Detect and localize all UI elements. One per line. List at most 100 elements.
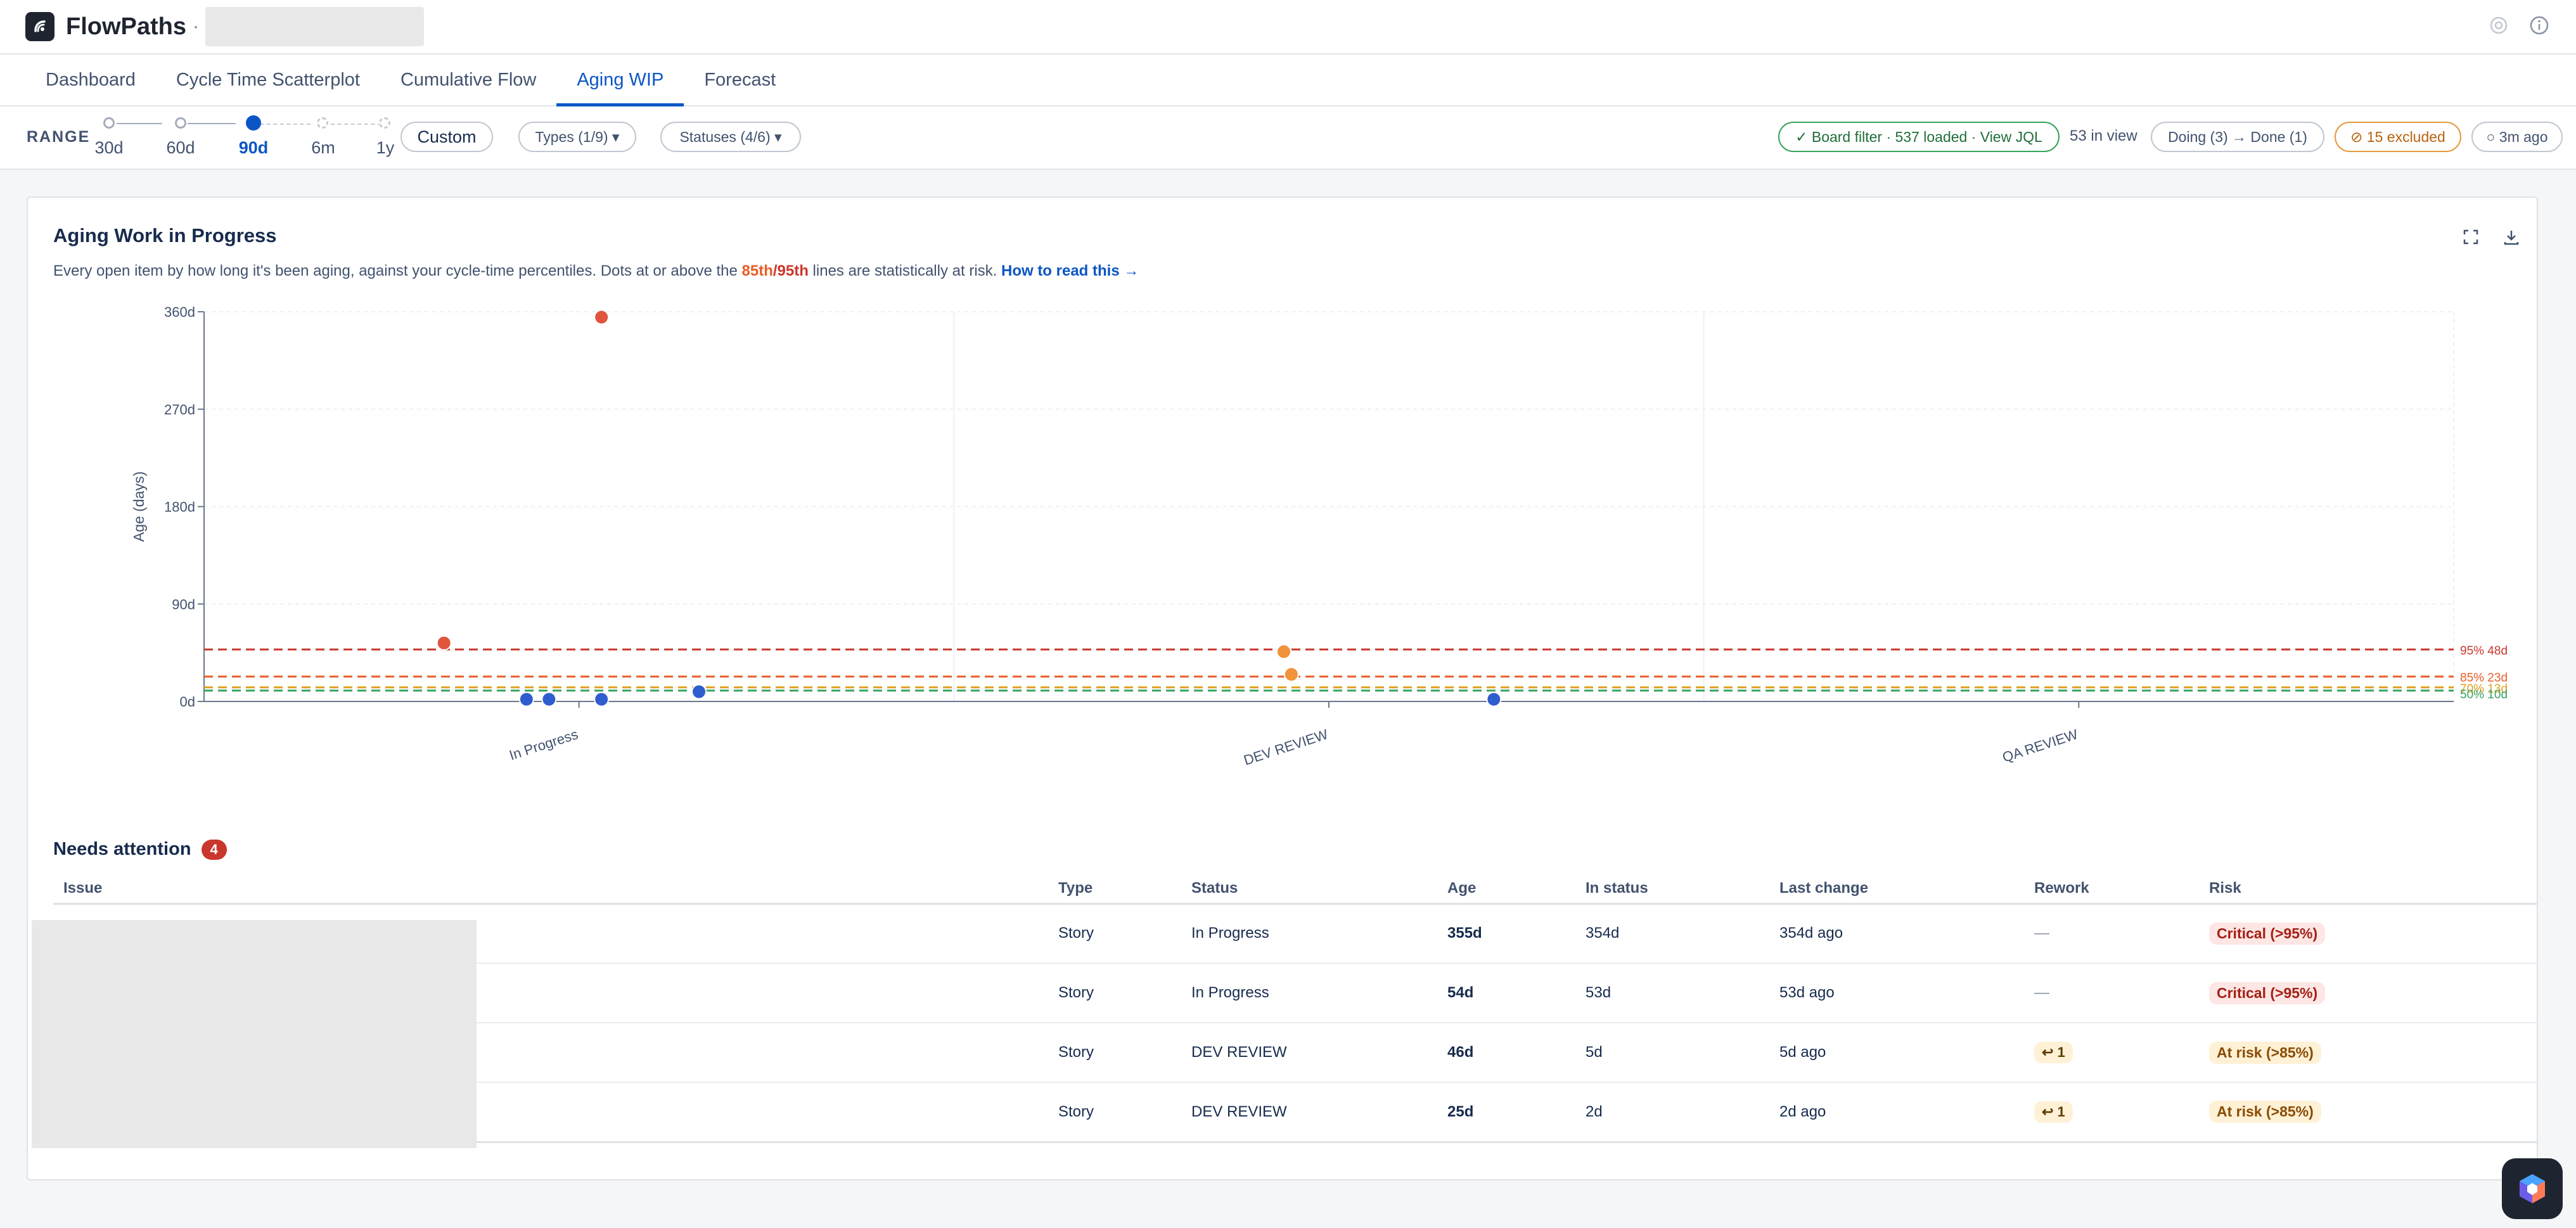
app-name: FlowPaths <box>66 13 187 40</box>
p95-highlight: 95th <box>777 262 809 279</box>
range-node-60d[interactable] <box>175 117 186 129</box>
range-track <box>117 123 162 124</box>
app-logo-icon[interactable] <box>25 12 54 41</box>
y-axis-title: Age (days) <box>131 471 147 542</box>
rework-cell: ↩ 1 <box>2024 1023 2199 1083</box>
y-tick-label: 360d <box>164 304 195 320</box>
subtitle-text-end: lines are statistically at risk. <box>808 262 1001 279</box>
range-track <box>188 123 236 124</box>
range-option-60d[interactable]: 60d <box>166 138 195 158</box>
rework-cell: ↩ 1 <box>2024 1082 2199 1143</box>
issue-names-redacted <box>32 920 477 1148</box>
aging-wip-chart: 0d 90d 180d 270d 360d Age (days) In Progress DE… <box>131 304 2508 769</box>
data-point[interactable] <box>1276 644 1291 660</box>
data-point[interactable] <box>1283 667 1299 682</box>
age-cell: 355d <box>1437 904 1575 964</box>
column-header-risk[interactable]: Risk <box>2199 874 2538 905</box>
card-title: Aging Work in Progress <box>53 224 277 246</box>
range-node-30d[interactable] <box>103 117 115 129</box>
tab-forecast[interactable]: Forecast <box>684 54 796 106</box>
rework-cell: — <box>2024 904 2199 964</box>
column-header-status[interactable]: Status <box>1181 874 1437 905</box>
column-header-age[interactable]: Age <box>1437 874 1575 905</box>
card-subtitle: Every open item by how long it's been ag… <box>53 262 1139 280</box>
range-slider[interactable]: 30d 60d 90d 6m 1y <box>0 106 406 170</box>
risk-cell: Critical (>95%) <box>2199 963 2538 1023</box>
x-tick-label: DEV REVIEW <box>1241 726 1330 769</box>
expand-icon[interactable] <box>2462 228 2481 247</box>
y-tick-label: 270d <box>164 402 195 418</box>
type-cell: Story <box>1048 904 1181 964</box>
y-tick-label: 180d <box>164 499 195 515</box>
main-tabs: Dashboard Cycle Time Scatterplot Cumulat… <box>0 54 2576 106</box>
in-status-cell: 354d <box>1575 904 1769 964</box>
rework-badge: ↩ 1 <box>2034 1042 2073 1063</box>
range-node-90d[interactable] <box>246 115 261 131</box>
data-point[interactable] <box>436 635 452 651</box>
settings-icon[interactable] <box>2487 14 2510 37</box>
types-filter-dropdown[interactable]: Types (1/9) ▾ <box>518 122 636 152</box>
column-header-type[interactable]: Type <box>1048 874 1181 905</box>
doing-done-filter[interactable]: Doing (3) → Done (1) <box>2151 122 2324 152</box>
filter-bar: RANGE 30d 60d 90d 6m 1y Custom Types (1/… <box>0 106 2576 170</box>
age-cell: 54d <box>1437 963 1575 1023</box>
range-option-30d[interactable]: 30d <box>94 138 123 158</box>
subtitle-text: Every open item by how long it's been ag… <box>53 262 742 279</box>
help-widget-button[interactable] <box>2502 1158 2563 1219</box>
rework-badge: ↩ 1 <box>2034 1101 2073 1123</box>
data-point[interactable] <box>541 691 557 707</box>
y-tick-label: 0d <box>180 694 195 710</box>
data-point[interactable] <box>691 684 707 700</box>
range-option-6m[interactable]: 6m <box>311 138 335 158</box>
tab-cycle-time-scatterplot[interactable]: Cycle Time Scatterplot <box>156 54 380 106</box>
tab-cumulative-flow[interactable]: Cumulative Flow <box>380 54 556 106</box>
tab-aging-wip[interactable]: Aging WIP <box>556 54 684 106</box>
range-track-future <box>260 124 311 125</box>
risk-badge: Critical (>95%) <box>2209 922 2326 945</box>
x-tick-label: QA REVIEW <box>2001 726 2080 765</box>
status-cell: DEV REVIEW <box>1181 1023 1437 1083</box>
column-header-rework[interactable]: Rework <box>2024 874 2199 905</box>
data-point[interactable] <box>1486 691 1502 707</box>
download-icon[interactable] <box>2502 228 2522 247</box>
data-point[interactable] <box>518 691 534 707</box>
title-separator: · <box>193 16 200 37</box>
range-node-1y[interactable] <box>379 117 390 129</box>
how-to-read-link[interactable]: How to read this → <box>1001 262 1139 279</box>
status-cell: In Progress <box>1181 904 1437 964</box>
column-header-in-status[interactable]: In status <box>1575 874 1769 905</box>
type-cell: Story <box>1048 1023 1181 1083</box>
help-widget-icon <box>2520 1174 2545 1203</box>
data-point[interactable] <box>594 691 610 707</box>
in-view-count: 53 in view <box>2070 127 2137 144</box>
p85-highlight: 85th <box>741 262 773 279</box>
statuses-filter-dropdown[interactable]: Statuses (4/6) ▾ <box>660 122 801 152</box>
project-name-redacted <box>205 7 425 46</box>
info-icon[interactable] <box>2528 14 2551 37</box>
status-cell: In Progress <box>1181 963 1437 1023</box>
top-bar: FlowPaths · <box>0 0 2576 54</box>
risk-cell: At risk (>85%) <box>2199 1023 2538 1083</box>
range-node-6m[interactable] <box>317 117 328 129</box>
last-change-cell: 53d ago <box>1769 963 2024 1023</box>
column-header-issue[interactable]: Issue <box>53 874 1048 905</box>
status-cell: DEV REVIEW <box>1181 1082 1437 1143</box>
excluded-items-button[interactable]: ⊘ 15 excluded <box>2335 122 2461 152</box>
range-option-90d[interactable]: 90d <box>239 138 269 158</box>
in-status-cell: 53d <box>1575 963 1769 1023</box>
last-change-cell: 354d ago <box>1769 904 2024 964</box>
percentile-label: 50% 10d <box>2460 688 2508 701</box>
data-point[interactable] <box>594 309 610 325</box>
y-tick-label: 90d <box>172 596 195 612</box>
type-cell: Story <box>1048 963 1181 1023</box>
percentile-label: 95% 48d <box>2460 644 2508 658</box>
last-change-cell: 5d ago <box>1769 1023 2024 1083</box>
column-header-last-change[interactable]: Last change <box>1769 874 2024 905</box>
age-cell: 46d <box>1437 1023 1575 1083</box>
custom-range-button[interactable]: Custom <box>400 122 493 152</box>
range-option-1y[interactable]: 1y <box>376 138 395 158</box>
tab-dashboard[interactable]: Dashboard <box>25 54 156 106</box>
risk-cell: Critical (>95%) <box>2199 904 2538 964</box>
in-status-cell: 2d <box>1575 1082 1769 1143</box>
board-filter-badge[interactable]: ✓ Board filter · 537 loaded · View JQL <box>1778 122 2060 152</box>
